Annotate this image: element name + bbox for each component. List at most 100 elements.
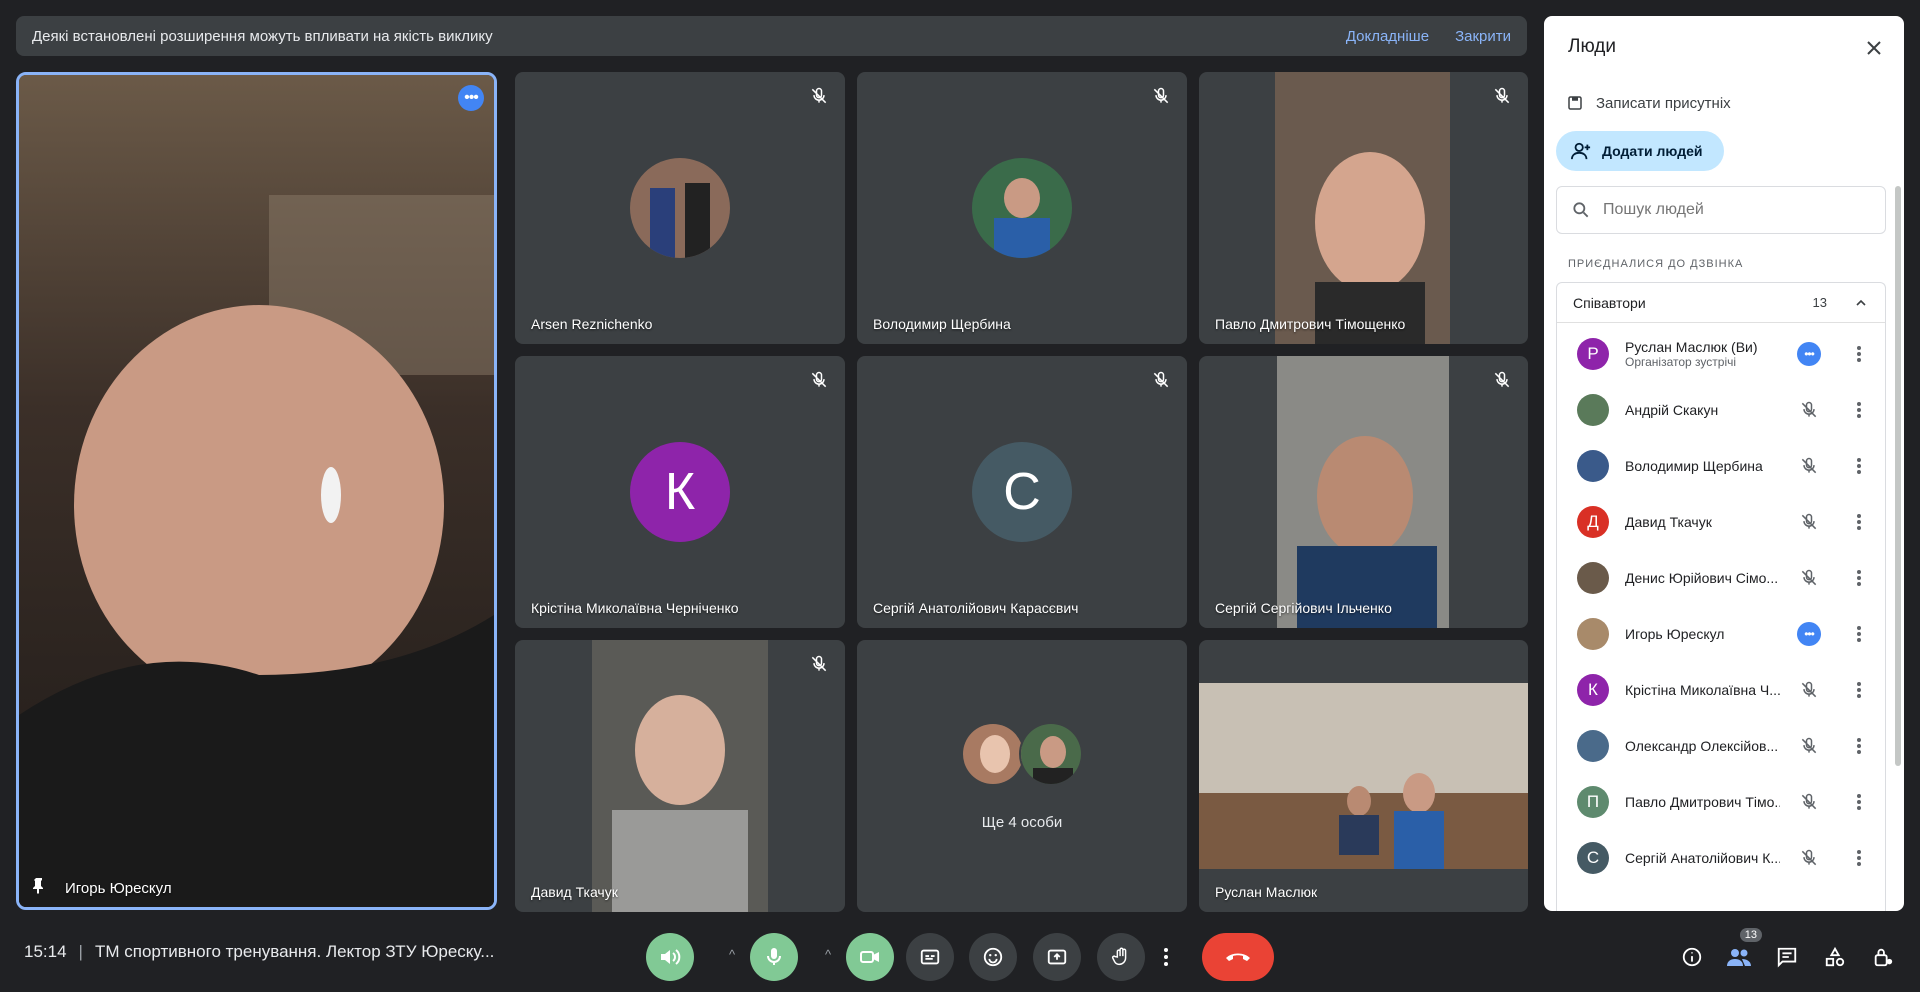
participant-tile[interactable]: С Сергій Анатолійович Карасєвич (857, 356, 1187, 628)
participant-row[interactable]: Денис Юрійович Сімо... (1557, 550, 1887, 606)
mic-button[interactable] (750, 933, 798, 981)
participant-tile[interactable]: Сергій Сергійович Ільченко (1199, 356, 1528, 628)
camera-icon (860, 951, 879, 963)
avatar (630, 158, 730, 258)
panel-scrollbar[interactable] (1895, 186, 1901, 766)
leave-call-button[interactable] (1202, 933, 1274, 981)
avatar (1577, 730, 1609, 762)
participant-name-text: Сергій Анатолійович К... (1625, 850, 1780, 866)
host-controls-button[interactable] (1866, 940, 1900, 974)
participant-row[interactable]: Р Руслан Маслюк (Ви) Організатор зустрічі •… (1557, 326, 1887, 382)
participant-tile[interactable]: Павло Дмитрович Тімощенко (1199, 72, 1528, 344)
more-vert-icon[interactable] (1847, 454, 1871, 478)
lock-person-icon (1874, 948, 1893, 967)
participant-name-text: Павло Дмитрович Тімо... (1625, 794, 1780, 810)
chevron-up-icon[interactable] (1853, 295, 1869, 311)
participant-row[interactable]: Андрій Скакун (1557, 382, 1887, 438)
more-vert-icon[interactable] (1847, 398, 1871, 422)
mic-off-icon[interactable] (1797, 566, 1821, 590)
participant-row[interactable]: Олександр Олексійов... (1557, 718, 1887, 774)
captions-button[interactable] (906, 933, 954, 981)
more-vert-icon[interactable] (1847, 734, 1871, 758)
participant-name: Денис Юрійович Сімо... (1625, 570, 1780, 586)
avatar: С (972, 442, 1072, 542)
search-box[interactable] (1556, 186, 1886, 234)
speaker-button[interactable] (646, 933, 694, 981)
raise-hand-button[interactable] (1097, 933, 1145, 981)
participant-name-text: Олександр Олексійов... (1625, 738, 1779, 754)
collaborators-label: Співавтори (1573, 294, 1646, 311)
collaborators-header[interactable]: Співавтори 13 (1557, 283, 1885, 323)
chat-button[interactable] (1770, 940, 1804, 974)
more-vert-icon[interactable] (1847, 342, 1871, 366)
emoji-button[interactable] (969, 933, 1017, 981)
avatar (1577, 618, 1609, 650)
speaker-icon (661, 949, 681, 965)
chat-icon (1777, 947, 1797, 968)
avatar: Д (1577, 506, 1609, 538)
people-button[interactable]: 13 (1722, 928, 1762, 974)
participant-tile[interactable]: Руслан Маслюк (1199, 640, 1528, 912)
participant-name-text: Крістіна Миколаївна Ч... (1625, 682, 1780, 698)
meeting-details-button[interactable] (1675, 940, 1709, 974)
avatar (1577, 562, 1609, 594)
speaking-indicator-icon[interactable]: ••• (1797, 342, 1821, 366)
more-vert-icon (1164, 948, 1168, 966)
participant-tile[interactable]: К Крістіна Миколаївна Черніченко (515, 356, 845, 628)
activities-button[interactable] (1818, 940, 1852, 974)
mic-off-icon (1153, 87, 1169, 104)
participant-row[interactable]: К Крістіна Миколаївна Ч... (1557, 662, 1887, 718)
more-options-icon[interactable]: ••• (458, 85, 484, 111)
participant-row[interactable]: Володимир Щербина (1557, 438, 1887, 494)
avatar: П (1577, 786, 1609, 818)
participant-tile[interactable]: Arsen Reznichenko (515, 72, 845, 344)
participant-row[interactable]: Игорь Юрескул ••• (1557, 606, 1887, 662)
mic-off-icon[interactable] (1797, 790, 1821, 814)
record-attendance-button[interactable]: Записати присутніх (1566, 94, 1731, 112)
more-vert-icon[interactable] (1847, 846, 1871, 870)
mic-off-icon[interactable] (1797, 510, 1821, 534)
mic-off-icon[interactable] (1797, 398, 1821, 422)
add-people-button[interactable]: Додати людей (1556, 131, 1724, 171)
chevron-up-icon[interactable]: ^ (722, 947, 742, 967)
close-icon[interactable] (1862, 36, 1886, 60)
emoji-icon (983, 947, 1003, 967)
mic-off-icon[interactable] (1797, 734, 1821, 758)
participant-row[interactable]: Д Давид Ткачук (1557, 494, 1887, 550)
mic-off-icon[interactable] (1797, 454, 1821, 478)
more-options-button[interactable] (1152, 933, 1180, 981)
more-vert-icon[interactable] (1847, 566, 1871, 590)
chevron-up-icon[interactable]: ^ (818, 947, 838, 967)
more-people-tile[interactable]: Ще 4 особи (857, 640, 1187, 912)
participant-tile[interactable]: Давид Ткачук (515, 640, 845, 912)
captions-icon (920, 949, 940, 965)
camera-button[interactable] (846, 933, 894, 981)
mic-off-icon (811, 87, 827, 104)
mic-off-icon (811, 655, 827, 672)
more-vert-icon[interactable] (1847, 790, 1871, 814)
avatar (1577, 394, 1609, 426)
participant-name-text: Игорь Юрескул (1625, 626, 1725, 642)
mic-off-icon[interactable] (1797, 678, 1821, 702)
participant-row[interactable]: С Сергій Анатолійович К... (1557, 830, 1887, 886)
more-vert-icon[interactable] (1847, 510, 1871, 534)
participant-tile[interactable]: Володимир Щербина (857, 72, 1187, 344)
mic-off-icon (811, 371, 827, 388)
more-vert-icon[interactable] (1847, 678, 1871, 702)
video-feed (1277, 356, 1449, 628)
main-video-tile[interactable]: ••• Игорь Юрескул (16, 72, 497, 910)
avatar: Р (1577, 338, 1609, 370)
search-input[interactable] (1603, 201, 1863, 219)
avatar: С (1577, 842, 1609, 874)
more-vert-icon[interactable] (1847, 622, 1871, 646)
participant-row[interactable]: П Павло Дмитрович Тімо... (1557, 774, 1887, 830)
participant-name: Руслан Маслюк (Ви) Організатор зустрічі (1625, 339, 1780, 369)
close-banner-link[interactable]: Закрити (1455, 28, 1511, 45)
speaking-indicator-icon[interactable]: ••• (1797, 622, 1821, 646)
learn-more-link[interactable]: Докладніше (1346, 28, 1429, 45)
participant-name-text: Денис Юрійович Сімо... (1625, 570, 1779, 586)
avatar (961, 722, 1025, 786)
present-screen-button[interactable] (1033, 933, 1081, 981)
mic-off-icon[interactable] (1797, 846, 1821, 870)
avatar: К (630, 442, 730, 542)
